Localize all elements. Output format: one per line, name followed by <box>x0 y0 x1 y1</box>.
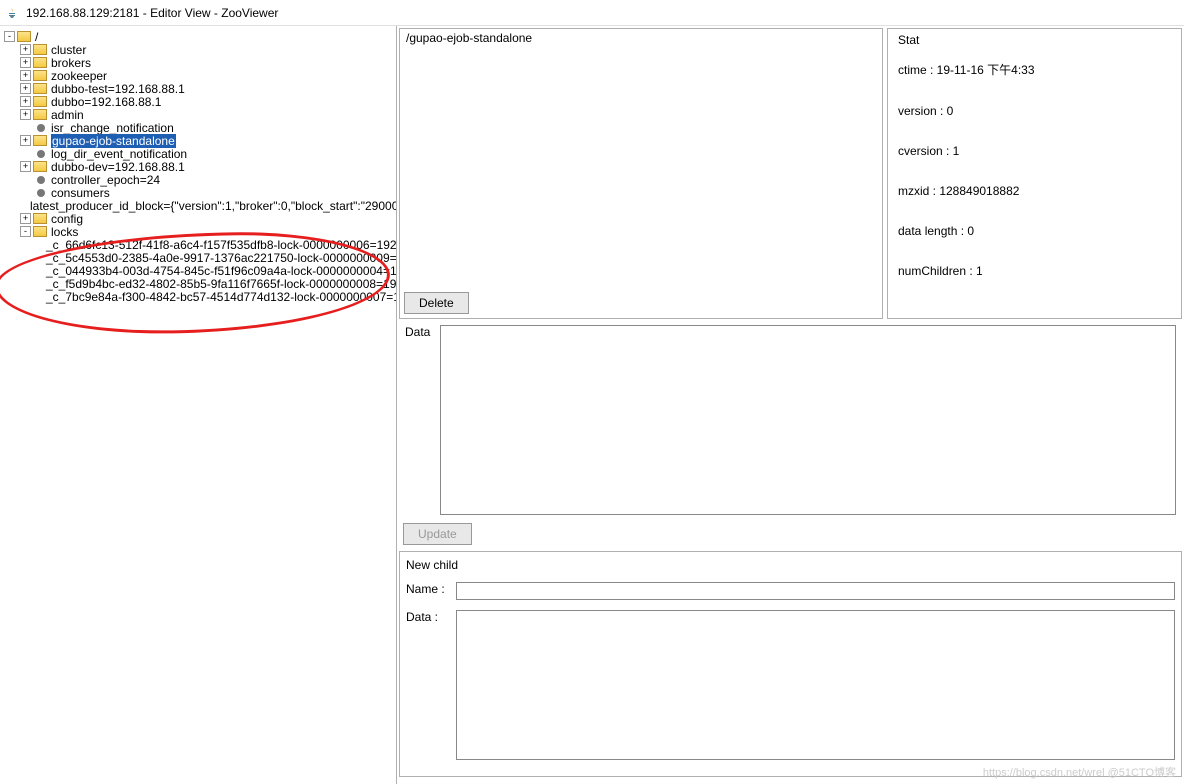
tree-node[interactable]: _c_5c4553d0-2385-4a0e-9917-1376ac221750-… <box>4 251 396 264</box>
folder-icon <box>17 31 31 42</box>
stat-row: data length : 0 <box>898 224 1171 238</box>
tree-node-label: cluster <box>51 43 86 57</box>
stat-row: cversion : 1 <box>898 144 1171 158</box>
expander-icon[interactable]: + <box>20 213 31 224</box>
tree-node-label: dubbo=192.168.88.1 <box>51 95 161 109</box>
folder-icon <box>33 135 47 146</box>
leaf-icon <box>37 150 45 158</box>
tree-node[interactable]: + dubbo-test=192.168.88.1 <box>4 82 396 95</box>
folder-icon <box>33 44 47 55</box>
path-panel: /gupao-ejob-standalone Delete <box>399 28 883 319</box>
tree-node[interactable]: + zookeeper <box>4 69 396 82</box>
expander-spacer <box>20 148 33 159</box>
tree-node[interactable]: + brokers <box>4 56 396 69</box>
delete-button[interactable]: Delete <box>404 292 469 314</box>
tree-node-label: dubbo-test=192.168.88.1 <box>51 82 185 96</box>
tree-node-label: isr_change_notification <box>51 121 174 135</box>
tree-node[interactable]: + admin <box>4 108 396 121</box>
folder-icon <box>33 57 47 68</box>
tree-node[interactable]: _c_044933b4-003d-4754-845c-f51f96c09a4a-… <box>4 264 396 277</box>
folder-icon <box>33 70 47 81</box>
tree-node-label: config <box>51 212 83 226</box>
leaf-icon <box>37 124 45 132</box>
tree-node-label: _c_044933b4-003d-4754-845c-f51f96c09a4a-… <box>46 264 397 278</box>
tree-node[interactable]: isr_change_notification <box>4 121 396 134</box>
expander-icon[interactable]: + <box>20 96 31 107</box>
tree-root[interactable]: -/ <box>4 30 396 43</box>
expander-icon[interactable]: + <box>20 57 31 68</box>
tree-node[interactable]: _c_f5d9b4bc-ed32-4802-85b5-9fa116f7665f-… <box>4 277 396 290</box>
expander-icon[interactable]: + <box>20 70 31 81</box>
title-bar: 192.168.88.129:2181 - Editor View - ZooV… <box>0 0 1184 26</box>
expander-spacer <box>20 187 33 198</box>
tree-node[interactable]: latest_producer_id_block={"version":1,"b… <box>4 199 396 212</box>
leaf-icon <box>37 189 45 197</box>
new-child-panel: New child Name : Data : <box>399 551 1182 777</box>
update-button[interactable]: Update <box>403 523 472 545</box>
window-title: 192.168.88.129:2181 - Editor View - ZooV… <box>26 6 278 20</box>
tree-node-label: _c_7bc9e84a-f300-4842-bc57-4514d774d132-… <box>46 290 397 304</box>
expander-icon[interactable]: + <box>20 135 31 146</box>
tree-node[interactable]: + dubbo=192.168.88.1 <box>4 95 396 108</box>
expander-icon[interactable]: + <box>20 109 31 120</box>
data-label: Data <box>405 325 430 515</box>
data-input[interactable] <box>456 610 1175 760</box>
tree-node[interactable]: _c_66d6fc13-512f-41f8-a6c4-f157f535dfb8-… <box>4 238 396 251</box>
tree-node[interactable]: + config <box>4 212 396 225</box>
tree-node-label: _c_5c4553d0-2385-4a0e-9917-1376ac221750-… <box>46 251 397 265</box>
tree-node-label: controller_epoch=24 <box>51 173 160 187</box>
stat-row: numChildren : 1 <box>898 264 1171 278</box>
tree-node-label: log_dir_event_notification <box>51 147 187 161</box>
tree-node-label: / <box>35 30 38 44</box>
tree-node-label: consumers <box>51 186 110 200</box>
node-path: /gupao-ejob-standalone <box>400 29 882 47</box>
tree-node-label: gupao-ejob-standalone <box>51 134 176 148</box>
stat-row: version : 0 <box>898 104 1171 118</box>
tree-node-label: _c_f5d9b4bc-ed32-4802-85b5-9fa116f7665f-… <box>46 277 397 291</box>
stat-row: ctime : 19-11-16 下午4:33 <box>898 61 1171 78</box>
new-child-title: New child <box>406 558 1175 572</box>
stat-row: mzxid : 128849018882 <box>898 184 1171 198</box>
expander-icon[interactable]: + <box>20 83 31 94</box>
tree-node-label: zookeeper <box>51 69 107 83</box>
watermark: https://blog.csdn.net/wrel @51CTO博客 <box>983 764 1176 780</box>
tree-node-label: latest_producer_id_block={"version":1,"b… <box>30 199 397 213</box>
tree-node[interactable]: + dubbo-dev=192.168.88.1 <box>4 160 396 173</box>
expander-icon[interactable]: - <box>20 226 31 237</box>
expander-icon[interactable]: - <box>4 31 15 42</box>
tree-node[interactable]: + cluster <box>4 43 396 56</box>
tree-node[interactable]: controller_epoch=24 <box>4 173 396 186</box>
tree-node-label: locks <box>51 225 78 239</box>
tree-node[interactable]: _c_7bc9e84a-f300-4842-bc57-4514d774d132-… <box>4 290 396 303</box>
data-textarea[interactable] <box>440 325 1176 515</box>
folder-icon <box>33 213 47 224</box>
tree-node-label: dubbo-dev=192.168.88.1 <box>51 160 185 174</box>
tree-node-label: admin <box>51 108 84 122</box>
folder-icon <box>33 226 47 237</box>
expander-spacer <box>20 174 33 185</box>
folder-icon <box>33 83 47 94</box>
stat-panel: Stat ctime : 19-11-16 下午4:33 version : 0 c… <box>887 28 1182 319</box>
expander-spacer <box>20 122 33 133</box>
tree-node[interactable]: consumers <box>4 186 396 199</box>
tree-node[interactable]: + gupao-ejob-standalone <box>4 134 396 147</box>
leaf-icon <box>37 176 45 184</box>
tree-pane: -/+cluster+brokers+zookeeper+dubbo-test=… <box>0 26 397 784</box>
folder-icon <box>33 96 47 107</box>
tree-node-label: _c_66d6fc13-512f-41f8-a6c4-f157f535dfb8-… <box>46 238 397 252</box>
folder-icon <box>33 161 47 172</box>
name-input[interactable] <box>456 582 1175 600</box>
stat-title: Stat <box>898 33 1171 47</box>
expander-icon[interactable]: + <box>20 44 31 55</box>
data-field-label: Data : <box>406 610 456 624</box>
expander-icon[interactable]: + <box>20 161 31 172</box>
folder-icon <box>33 109 47 120</box>
tree-node[interactable]: - locks <box>4 225 396 238</box>
tree-node-label: brokers <box>51 56 91 70</box>
name-label: Name : <box>406 582 456 596</box>
tree-node[interactable]: log_dir_event_notification <box>4 147 396 160</box>
java-icon <box>4 5 20 21</box>
